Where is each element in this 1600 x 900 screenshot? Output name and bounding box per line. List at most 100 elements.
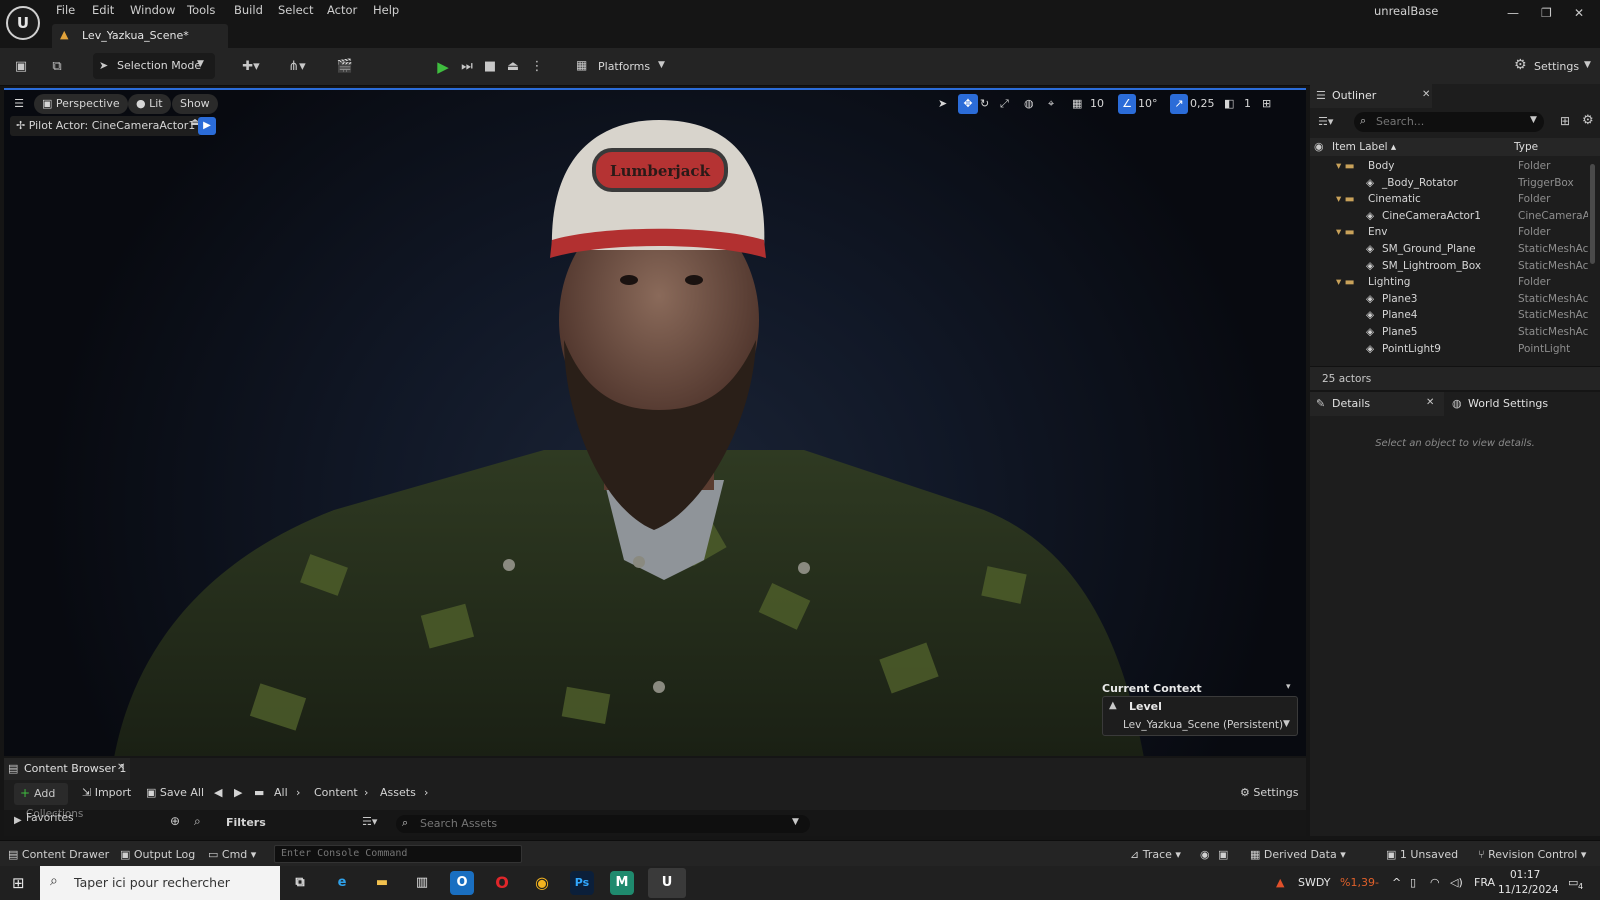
select-tool-icon[interactable]: ➤ (938, 94, 956, 114)
camera-speed-icon[interactable]: ◧ (1224, 94, 1242, 114)
clock-date[interactable]: 11/12/2024 (1498, 884, 1559, 896)
eject-icon[interactable]: ⏏ (502, 56, 524, 78)
show-button[interactable]: Show (172, 94, 218, 114)
asset-search-input[interactable] (420, 817, 780, 830)
back-icon[interactable]: ◀ (214, 786, 222, 799)
close-icon[interactable]: ✕ (1422, 89, 1430, 100)
surface-snap-icon[interactable]: ⌖ (1048, 94, 1066, 114)
language-indicator[interactable]: FRA (1474, 876, 1495, 889)
play-icon[interactable]: ▶ (432, 56, 454, 78)
more-options-icon[interactable]: ⋮ (526, 56, 548, 78)
cinematics-icon[interactable]: 🎬 (334, 56, 356, 78)
context-level-box[interactable]: ▲ Level Lev_Yazkua_Scene (Persistent) ▼ (1102, 696, 1298, 736)
gear-icon[interactable]: ⚙ (1582, 113, 1594, 128)
stop-icon[interactable]: ■ (479, 56, 501, 78)
derived-data-dropdown[interactable]: ▦ Derived Data ▾ (1250, 848, 1346, 861)
add-folder-icon[interactable]: ⊞ (1560, 114, 1570, 128)
outliner-row[interactable]: ◈ PointLight9 PointLight (1310, 342, 1600, 359)
close-icon[interactable]: ✕ (117, 762, 125, 773)
unreal-logo-icon[interactable]: U (6, 6, 40, 40)
notification-icon[interactable]: ▭ (1568, 876, 1578, 889)
outliner-row[interactable]: ◈ Plane5 StaticMeshAc (1310, 325, 1600, 342)
console-command[interactable] (274, 845, 522, 863)
taskbar-search[interactable]: ⌕ Taper ici pour rechercher (40, 866, 280, 900)
outlook-icon[interactable]: O (450, 871, 474, 895)
clock-time[interactable]: 01:17 (1510, 869, 1540, 881)
store-icon[interactable]: ▥ (410, 871, 434, 895)
unreal-taskbar-icon[interactable]: U (648, 868, 686, 898)
layout-icon[interactable]: ⊞ (1262, 94, 1280, 114)
scale-tool-icon[interactable]: ⤢ (1000, 94, 1018, 114)
scale-snap-icon[interactable]: ↗ (1170, 94, 1188, 114)
edge-icon[interactable]: e (330, 871, 354, 895)
outliner-row[interactable]: ▾ ▬ Env Folder (1310, 225, 1600, 242)
step-icon[interactable]: ⏭ (456, 56, 478, 78)
outliner-row[interactable]: ◈ Plane4 StaticMeshAc (1310, 308, 1600, 325)
menu-select[interactable]: Select (278, 3, 313, 17)
content-browser-tab[interactable]: ▤ Content Browser 1 ✕ (4, 758, 130, 780)
cb-settings-button[interactable]: ⚙ Settings (1240, 786, 1298, 799)
outliner-row[interactable]: ◈ _Body_Rotator TriggerBox (1310, 176, 1600, 193)
import-button[interactable]: ⇲ Import (82, 786, 131, 799)
viewport-menu-icon[interactable]: ☰ (8, 94, 30, 114)
outliner-search[interactable]: ⌕ ▼ (1354, 112, 1544, 132)
selection-mode-dropdown[interactable]: ➤ Selection Mode ▼ (93, 53, 215, 79)
save-icon[interactable]: ▣ (10, 56, 32, 78)
restore-icon[interactable]: ❐ (1541, 6, 1552, 20)
outliner-row[interactable]: ▾ ▬ Cinematic Folder (1310, 192, 1600, 209)
add-button[interactable]: + Add (14, 783, 68, 805)
chrome-icon[interactable]: ◉ (530, 871, 554, 895)
record-icon[interactable]: ◉ (1200, 848, 1210, 861)
menu-tools[interactable]: Tools (187, 3, 215, 17)
add-collection-icon[interactable]: ⊕ (170, 814, 180, 828)
collapse-icon[interactable]: ▾ (1286, 682, 1291, 692)
unsaved-button[interactable]: ▣ 1 Unsaved (1386, 848, 1458, 861)
lit-button[interactable]: ● Lit (128, 94, 171, 114)
grid-snap-icon[interactable]: ▦ (1072, 94, 1090, 114)
type-column[interactable]: Type (1514, 141, 1538, 153)
content-drawer-button[interactable]: ▤ Content Drawer (8, 848, 109, 861)
windows-start-icon[interactable]: ⊞ (12, 874, 25, 892)
revision-control-dropdown[interactable]: ⑂ Revision Control ▾ (1478, 848, 1586, 861)
outliner-row[interactable]: ▾ ▬ Body Folder (1310, 159, 1600, 176)
path-assets[interactable]: Assets (380, 786, 416, 799)
close-icon[interactable]: ✕ (1574, 6, 1584, 20)
cmd-dropdown[interactable]: ▭ Cmd ▾ (208, 848, 256, 861)
translate-tool-icon[interactable]: ✥ (958, 94, 978, 114)
camera-lock-icon[interactable]: ▶ (198, 117, 216, 135)
path-content[interactable]: Content (314, 786, 358, 799)
menu-file[interactable]: File (56, 3, 75, 17)
chevron-up-icon[interactable]: ^ (1392, 876, 1401, 889)
expand-icon[interactable]: ▶ (14, 815, 22, 826)
menu-actor[interactable]: Actor (327, 3, 357, 17)
battery-icon[interactable]: ▯ (1410, 876, 1416, 889)
item-label-column[interactable]: Item Label ▴ (1332, 141, 1396, 153)
world-settings-tab[interactable]: ◍ World Settings (1448, 392, 1600, 416)
details-tab[interactable]: ✎ Details ✕ (1310, 392, 1444, 416)
save-all-button[interactable]: ▣ Save All (146, 786, 204, 799)
close-icon[interactable]: ✕ (1426, 397, 1434, 408)
blueprint-icon[interactable]: ⋔▾ (286, 56, 308, 78)
photoshop-icon[interactable]: Ps (570, 871, 594, 895)
world-space-icon[interactable]: ◍ (1024, 94, 1042, 114)
asset-search[interactable]: ⌕ ▼ (396, 815, 810, 833)
minimize-icon[interactable]: — (1507, 6, 1519, 20)
forward-icon[interactable]: ▶ (234, 786, 242, 799)
search-icon[interactable]: ⌕ (194, 814, 201, 829)
outliner-search-input[interactable] (1376, 115, 1526, 128)
rotate-tool-icon[interactable]: ↻ (980, 94, 998, 114)
browse-icon[interactable]: ⧉ (46, 56, 68, 78)
collections-label[interactable]: Collections (26, 808, 83, 820)
filters-label[interactable]: Filters (226, 816, 266, 829)
grid-size-value[interactable]: 10 (1090, 94, 1104, 114)
settings-dropdown[interactable]: ⚙ Settings ▼ (1512, 54, 1592, 78)
trace-dropdown[interactable]: ⊿ Trace ▾ (1130, 848, 1181, 861)
screenshot-icon[interactable]: ▣ (1218, 848, 1228, 861)
outliner-row[interactable]: ▾ ▬ Lighting Folder (1310, 275, 1600, 292)
output-log-button[interactable]: ▣ Output Log (120, 848, 195, 861)
add-actor-icon[interactable]: ✚▾ (240, 56, 262, 78)
scale-snap-value[interactable]: 0,25 (1190, 94, 1215, 114)
console-command-input[interactable] (281, 848, 511, 859)
task-view-icon[interactable]: ⧉ (288, 871, 312, 895)
file-explorer-icon[interactable]: ▬ (370, 871, 394, 895)
